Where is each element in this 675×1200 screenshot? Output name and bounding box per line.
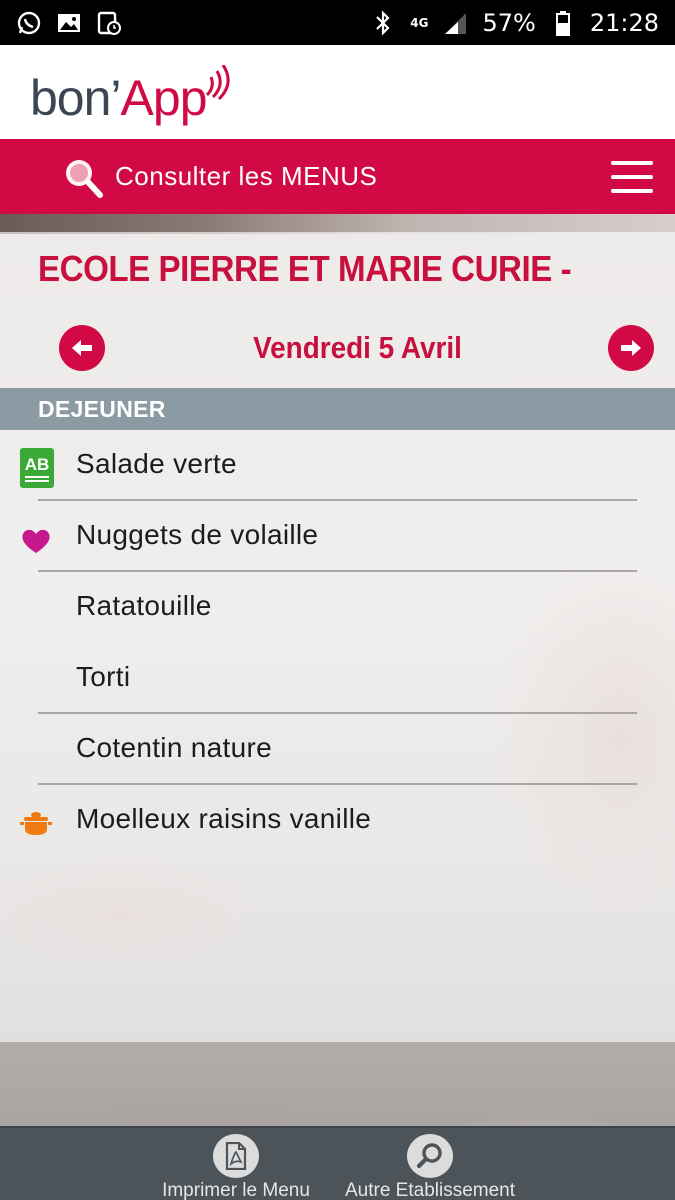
date-navigation: Vendredi 5 Avril	[0, 322, 675, 374]
network-type-label: 4G	[410, 15, 429, 30]
other-establishment-button[interactable]: Autre Etablissement	[332, 1128, 528, 1200]
logo-wifi-waves-icon	[205, 65, 230, 101]
logo-text-app: App	[120, 70, 208, 126]
menu-item-label: Torti	[76, 661, 131, 692]
meal-header: DEJEUNER	[0, 388, 675, 430]
hamburger-menu-icon[interactable]	[611, 161, 653, 193]
menu-item-label: Ratatouille	[76, 590, 212, 621]
heart-icon	[20, 527, 54, 561]
menu-item: Nuggets de volaille	[0, 501, 675, 572]
menu-item-label: Nuggets de volaille	[76, 519, 319, 550]
battery-percentage: 57%	[482, 8, 536, 37]
clock: 21:28	[589, 8, 659, 37]
signal-icon	[442, 10, 468, 36]
other-establishment-label: Autre Etablissement	[344, 1180, 516, 1200]
current-date: Vendredi 5 Avril	[253, 330, 462, 365]
search-icon[interactable]	[60, 155, 106, 201]
calendar-sync-icon	[96, 10, 122, 36]
bio-ab-icon: AB	[20, 448, 54, 488]
homemade-pot-icon	[20, 807, 54, 841]
gallery-icon	[56, 10, 82, 36]
menu-item: AB Salade verte	[0, 430, 675, 501]
search-icon	[407, 1134, 453, 1178]
menu-item: Moelleux raisins vanille	[0, 785, 675, 856]
app-header: bon’ App	[0, 45, 675, 139]
menu-item: Ratatouille	[0, 572, 675, 643]
menu-item: Cotentin nature	[0, 714, 675, 785]
bluetooth-icon	[370, 9, 396, 36]
background-photo-strip	[0, 214, 675, 234]
battery-icon	[550, 10, 576, 36]
whatsapp-icon	[16, 10, 42, 36]
arrow-left-icon	[72, 340, 92, 356]
print-menu-label: Imprimer le Menu	[162, 1180, 310, 1200]
menu-list: AB Salade verte Nuggets de volaille Rata…	[0, 430, 675, 856]
svg-text:AB: AB	[25, 455, 50, 474]
bonapp-logo[interactable]: bon’ App	[30, 57, 233, 127]
next-day-button[interactable]	[608, 325, 654, 371]
bottom-toolbar: Imprimer le Menu Autre Etablissement	[0, 1126, 675, 1200]
pdf-icon	[213, 1134, 259, 1178]
print-menu-button[interactable]: Imprimer le Menu	[150, 1128, 322, 1200]
status-bar: 4G 57% 21:28	[0, 0, 675, 45]
logo-text-bon: bon’	[30, 70, 122, 126]
menu-item-label: Cotentin nature	[76, 732, 272, 763]
arrow-right-icon	[621, 340, 641, 356]
school-name: ECOLE PIERRE ET MARIE CURIE -	[38, 248, 572, 289]
menu-navbar: Consulter les MENUS	[0, 139, 675, 214]
menu-item-label: Salade verte	[76, 448, 237, 479]
menu-item: Torti	[0, 643, 675, 714]
menu-item-label: Moelleux raisins vanille	[76, 803, 372, 834]
consult-menus-link[interactable]: Consulter les MENUS	[115, 139, 377, 214]
previous-day-button[interactable]	[59, 325, 105, 371]
